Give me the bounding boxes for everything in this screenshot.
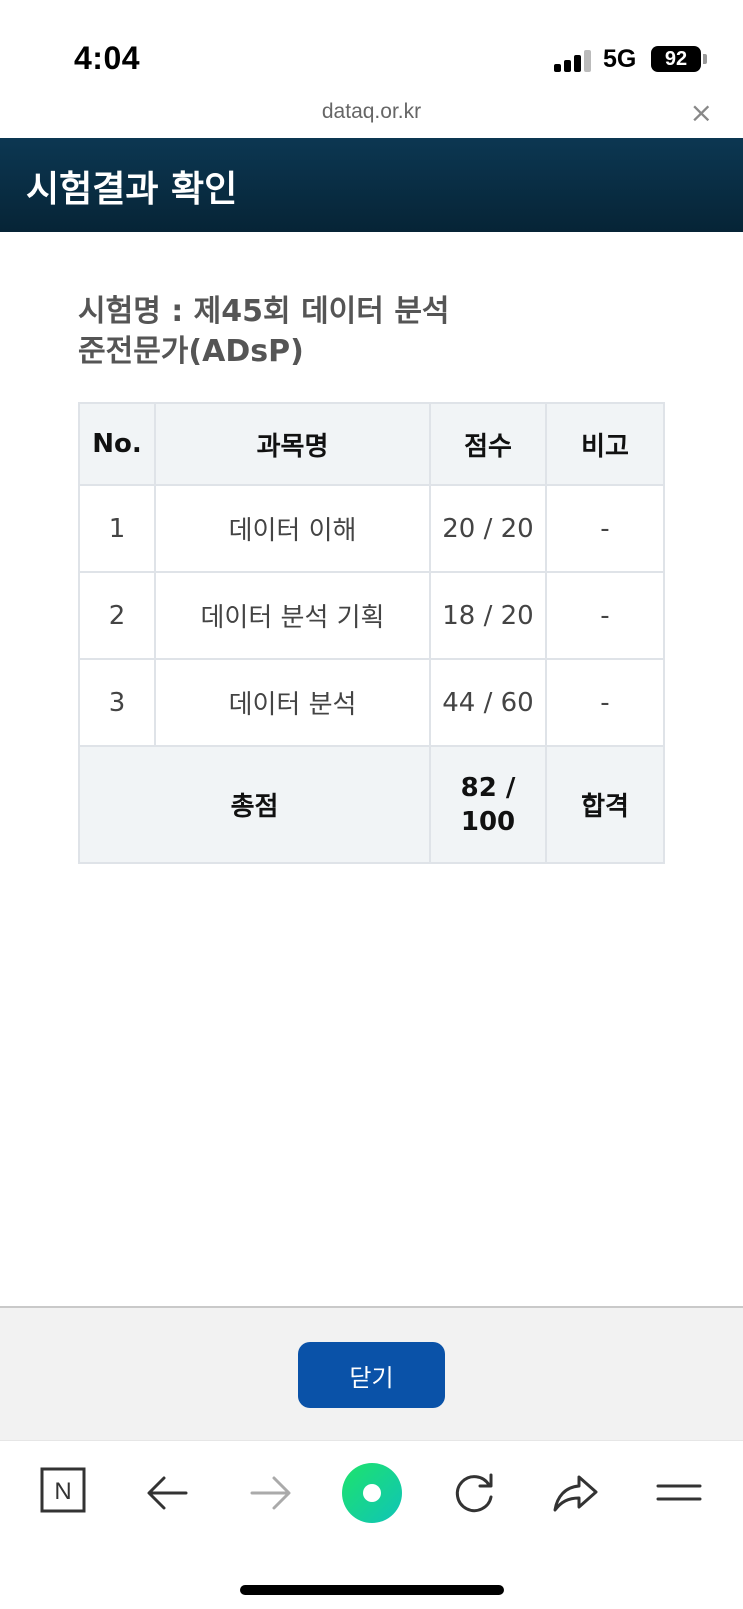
exam-name-line1: 시험명 : 제45회 데이터 분석: [78, 294, 450, 329]
close-button[interactable]: 닫기: [298, 1342, 445, 1408]
row-subject: 데이터 분석: [154, 658, 431, 747]
total-row: 총점 82 / 100 합격: [78, 745, 665, 864]
total-label: 총점: [78, 745, 431, 864]
total-score-line1: 82 /: [460, 772, 516, 803]
row-note: -: [545, 571, 665, 660]
reload-icon[interactable]: [444, 1463, 504, 1523]
table-row: 3 데이터 분석 44 / 60 -: [78, 658, 665, 747]
status-bar: 4:04 5G 92: [0, 0, 743, 92]
row-no: 1: [78, 484, 156, 573]
row-score: 18 / 20: [429, 571, 547, 660]
url-domain[interactable]: dataq.or.kr: [0, 100, 743, 124]
result-table: No. 과목명 점수 비고 1 데이터 이해 20 / 20 - 2 데이터 분…: [78, 402, 665, 864]
back-arrow-icon[interactable]: [138, 1463, 198, 1523]
row-subject: 데이터 분석 기획: [154, 571, 431, 660]
header-note: 비고: [545, 402, 665, 486]
table-row: 1 데이터 이해 20 / 20 -: [78, 484, 665, 573]
exam-name: 시험명 : 제45회 데이터 분석 준전문가(ADsP): [78, 292, 498, 372]
total-score: 82 / 100: [429, 745, 547, 864]
network-label: 5G: [603, 45, 637, 73]
signal-icon: [554, 50, 592, 72]
page-title: 시험결과 확인: [26, 169, 238, 210]
row-no: 3: [78, 658, 156, 747]
share-icon[interactable]: [546, 1463, 606, 1523]
header-no: No.: [78, 402, 156, 486]
row-note: -: [545, 658, 665, 747]
browser-toolbar: N: [0, 1440, 743, 1609]
naver-icon[interactable]: N: [38, 1463, 98, 1523]
total-result: 합격: [545, 745, 665, 864]
row-score: 44 / 60: [429, 658, 547, 747]
status-time: 4:04: [74, 40, 141, 76]
row-no: 2: [78, 571, 156, 660]
page-header: 시험결과 확인: [0, 138, 743, 232]
total-score-line2: 100: [460, 806, 516, 837]
menu-icon[interactable]: [648, 1463, 708, 1523]
forward-arrow-icon[interactable]: [240, 1463, 300, 1523]
row-note: -: [545, 484, 665, 573]
close-icon[interactable]: ×: [690, 96, 713, 129]
row-subject: 데이터 이해: [154, 484, 431, 573]
green-dot-icon[interactable]: [340, 1461, 404, 1525]
footer: 닫기: [0, 1306, 743, 1440]
table-header-row: No. 과목명 점수 비고: [78, 402, 665, 486]
row-score: 20 / 20: [429, 484, 547, 573]
header-score: 점수: [429, 402, 547, 486]
exam-name-line2: 준전문가(ADsP): [78, 334, 304, 369]
home-indicator[interactable]: [240, 1585, 504, 1595]
table-row: 2 데이터 분석 기획 18 / 20 -: [78, 571, 665, 660]
url-bar[interactable]: dataq.or.kr ×: [0, 92, 743, 138]
battery-cap: [703, 54, 707, 64]
header-subject: 과목명: [154, 402, 431, 486]
naver-label: N: [54, 1478, 71, 1505]
battery-icon: 92: [651, 46, 701, 72]
